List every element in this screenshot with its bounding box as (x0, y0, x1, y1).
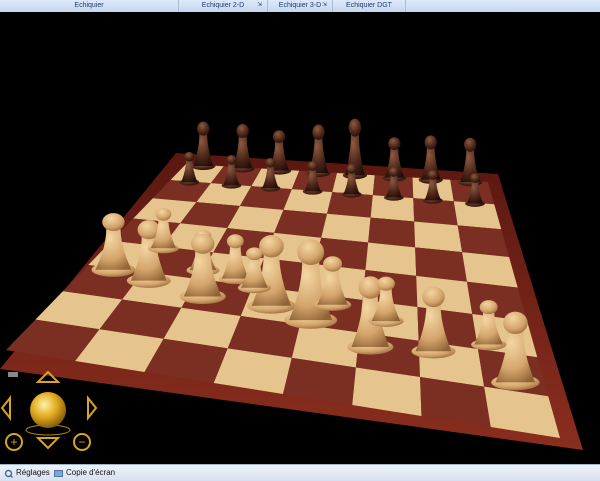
pin-icon[interactable]: ⇲ (321, 2, 328, 9)
settings-button[interactable]: Réglages (4, 467, 50, 479)
screenshot-button[interactable]: Copie d'écran (54, 467, 115, 479)
arrow-left-icon[interactable] (0, 395, 11, 421)
zoom-in-icon[interactable]: + (5, 433, 23, 451)
arrow-up-icon[interactable] (35, 370, 61, 383)
svg-text:−: − (78, 435, 85, 449)
tab-echiquier-dgt[interactable]: Echiquier DGT (333, 0, 406, 12)
svg-text:+: + (10, 435, 17, 449)
pin-icon[interactable]: ⇲ (256, 2, 263, 9)
board-square[interactable] (365, 242, 417, 276)
tab-label: Echiquier 2-D (201, 2, 245, 9)
rotate-sphere-icon[interactable] (25, 392, 71, 436)
tab-label: Echiquier (74, 2, 104, 9)
tab-echiquier-2d[interactable]: Echiquier 2-D ⇲ (179, 0, 268, 12)
arrow-down-icon[interactable] (35, 437, 61, 450)
chessboard-mini-icon[interactable] (8, 372, 18, 377)
board-square[interactable] (457, 225, 510, 257)
board-square[interactable] (368, 217, 416, 248)
tab-echiquier[interactable]: Echiquier (0, 0, 179, 12)
tab-echiquier-3d[interactable]: Echiquier 3-D ⇲ (268, 0, 333, 12)
screenshot-icon (54, 469, 63, 477)
settings-label: Réglages (16, 468, 50, 477)
settings-icon (4, 469, 13, 478)
arrow-right-icon[interactable] (87, 395, 98, 421)
tab-label: Echiquier 3-D (278, 2, 322, 9)
dark-piece[interactable] (191, 121, 216, 170)
view-navigation-control: + − (0, 368, 110, 464)
board-square[interactable] (321, 213, 371, 243)
board-square[interactable] (414, 221, 463, 253)
zoom-out-icon[interactable]: − (73, 433, 91, 451)
screenshot-label: Copie d'écran (66, 468, 116, 477)
tab-label: Echiquier DGT (346, 2, 392, 9)
bottom-toolbar: Réglages Copie d'écran (0, 464, 600, 481)
board-square[interactable] (274, 209, 328, 238)
board-square[interactable] (415, 247, 467, 282)
